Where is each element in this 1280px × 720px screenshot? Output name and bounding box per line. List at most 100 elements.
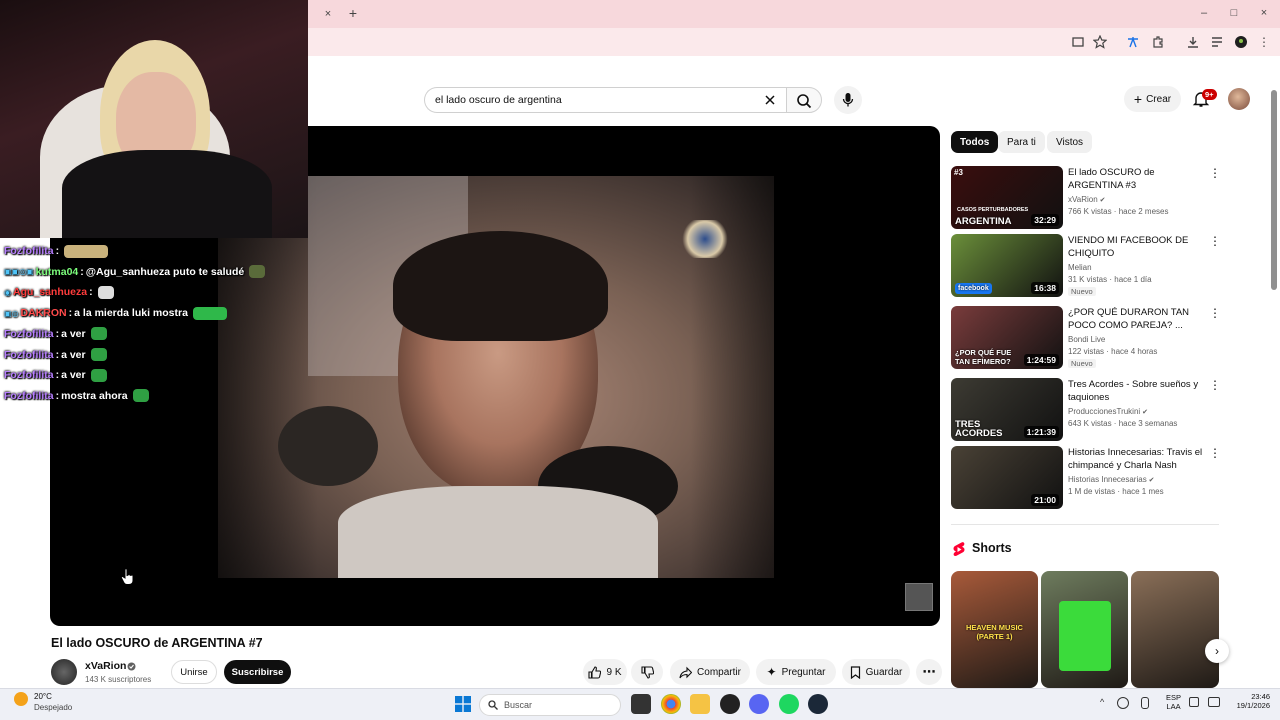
steam-icon[interactable]	[808, 694, 828, 714]
new-tab-button[interactable]: +	[345, 5, 361, 21]
recommendation-thumbnail[interactable]: #3 CASOS PERTURBADORES ARGENTINA 32:29	[951, 166, 1063, 229]
display-icon[interactable]	[1189, 697, 1199, 707]
more-options-icon[interactable]: ⋮	[1209, 166, 1221, 180]
tray-overflow-icon[interactable]: ^	[1100, 697, 1104, 707]
ask-label: Preguntar	[781, 666, 826, 678]
chip-para-ti[interactable]: Para ti	[998, 131, 1045, 153]
short-caption: HEAVEN MUSIC (PARTE 1)	[966, 623, 1023, 641]
chat-badges: ▣▣◎▣	[4, 267, 34, 277]
recommendation-thumbnail[interactable]: 21:00	[951, 446, 1063, 509]
windows-start-icon[interactable]	[455, 696, 471, 712]
chat-message: Fozfofilita : a ver	[4, 325, 107, 343]
recommendation-thumbnail[interactable]: ¿POR QUÉ FUE TAN EFÍMERO? 1:24:59	[951, 306, 1063, 369]
page-scrollbar[interactable]	[1271, 90, 1277, 290]
short-thumbnail[interactable]	[1131, 571, 1219, 688]
chat-separator: :	[55, 245, 60, 257]
profile-icon[interactable]	[1234, 35, 1248, 49]
chat-text: a ver	[61, 348, 86, 361]
short-thumbnail[interactable]: HEAVEN MUSIC (PARTE 1)	[951, 571, 1038, 688]
save-button[interactable]: Guardar	[842, 659, 910, 685]
close-tab-icon[interactable]: ×	[320, 7, 336, 21]
account-avatar[interactable]	[1228, 88, 1250, 110]
close-window-button[interactable]: ×	[1256, 6, 1272, 20]
shorts-next-button[interactable]: ›	[1205, 639, 1229, 663]
chat-emote	[64, 244, 109, 258]
recommendation-title[interactable]: El lado OSCURO de ARGENTINA #3	[1068, 166, 1204, 192]
taskbar-search-placeholder: Buscar	[504, 700, 533, 710]
voice-search-button[interactable]	[834, 86, 862, 114]
like-count: 9 K	[606, 666, 622, 678]
task-view-icon[interactable]	[631, 694, 651, 714]
network-icon[interactable]	[1117, 697, 1129, 709]
channel-name[interactable]: Historias Innecesarias	[1068, 475, 1147, 484]
chat-username: DAKRON	[20, 307, 67, 320]
channel-name[interactable]: xVaRion	[1068, 195, 1098, 204]
chat-badges: ◉	[4, 287, 11, 297]
app-icon[interactable]	[720, 694, 740, 714]
dislike-button[interactable]	[631, 659, 663, 685]
chat-message: ◉ Agu_sanhueza :	[4, 283, 114, 301]
clear-search-icon[interactable]	[763, 93, 777, 107]
install-app-icon[interactable]	[1071, 35, 1085, 49]
maximize-button[interactable]: □	[1226, 6, 1242, 20]
more-actions-button[interactable]: ⋯	[916, 659, 942, 685]
recommendation-title[interactable]: VIENDO MI FACEBOOK DE CHIQUITO	[1068, 234, 1204, 260]
recommendation-title[interactable]: ¿POR QUÉ DURARON TAN POCO COMO PAREJA? .…	[1068, 306, 1204, 332]
reading-list-icon[interactable]	[1210, 35, 1224, 49]
subscribe-button[interactable]: Suscribirse	[224, 660, 291, 684]
minimize-button[interactable]: –	[1196, 6, 1212, 20]
chat-message: Fozfofilita : a ver	[4, 346, 107, 364]
notifications-badge: 9+	[1202, 89, 1217, 100]
recommendation-title[interactable]: Historias Innecesarias: Travis el chimpa…	[1068, 446, 1204, 472]
microphone-tray-icon[interactable]	[1141, 697, 1149, 709]
translate-extension-icon[interactable]	[1126, 35, 1140, 49]
search-button[interactable]	[786, 87, 822, 113]
recommendation-channel[interactable]: Melian	[1068, 262, 1092, 274]
chat-message: Fozfofilita : a ver	[4, 366, 107, 384]
chip-vistos[interactable]: Vistos	[1047, 131, 1093, 153]
share-button[interactable]: Compartir	[670, 659, 750, 685]
more-options-icon[interactable]: ⋮	[1209, 378, 1221, 392]
like-button[interactable]: 9 K	[583, 659, 627, 685]
volume-icon[interactable]	[1208, 697, 1220, 707]
recommendation-thumbnail[interactable]: TRES ACORDES 1:21:39	[951, 378, 1063, 441]
recommendation-channel[interactable]: Bondi Live	[1068, 334, 1105, 346]
chat-message: Fozfofilita : mostra ahora	[4, 387, 149, 405]
short-thumbnail[interactable]	[1041, 571, 1128, 688]
divider	[951, 524, 1219, 525]
discord-icon[interactable]	[749, 694, 769, 714]
browser-menu-icon[interactable]: ⋮	[1258, 35, 1270, 49]
search-query[interactable]: el lado oscuro de argentina	[435, 94, 562, 106]
create-button[interactable]: + Crear	[1124, 86, 1181, 112]
bookmark-star-icon[interactable]	[1093, 35, 1107, 49]
input-language[interactable]: ESP LAA	[1166, 693, 1181, 711]
more-options-icon[interactable]: ⋮	[1209, 234, 1221, 248]
channel-name[interactable]: xVaRion	[85, 660, 126, 672]
clock[interactable]: 23:46 19/1/2026	[1228, 692, 1270, 710]
more-options-icon[interactable]: ⋮	[1209, 446, 1221, 460]
weather-temp[interactable]: 20°C	[34, 692, 52, 701]
channel-avatar[interactable]	[51, 659, 77, 685]
channel-name[interactable]: Melian	[1068, 263, 1092, 272]
thumbnail-text: ¿POR QUÉ FUE TAN EFÍMERO?	[955, 348, 1012, 366]
recommendation-title[interactable]: Tres Acordes - Sobre sueños y taquiones	[1068, 378, 1204, 404]
extensions-icon[interactable]	[1151, 35, 1165, 49]
channel-name[interactable]: ProduccionesTrukini	[1068, 407, 1140, 416]
search-input[interactable]: el lado oscuro de argentina	[424, 87, 786, 113]
ask-button[interactable]: ✦ Preguntar	[756, 659, 836, 685]
chat-emote	[90, 348, 107, 361]
spotify-icon[interactable]	[779, 694, 799, 714]
chat-text: a la mierda luki mostra	[74, 307, 188, 320]
download-icon[interactable]	[1186, 35, 1200, 49]
recommendation-thumbnail[interactable]: facebook 16:38	[951, 234, 1063, 297]
more-options-icon[interactable]: ⋮	[1209, 306, 1221, 320]
recommendation-meta: 122 vistas · hace 4 horas	[1068, 347, 1158, 356]
chat-text: @Agu_sanhueza puto te saludé	[85, 265, 245, 278]
join-button[interactable]: Unirse	[171, 660, 217, 684]
taskbar-search[interactable]: Buscar	[479, 694, 621, 716]
chrome-icon[interactable]	[661, 694, 681, 714]
channel-watermark[interactable]	[905, 583, 933, 611]
file-explorer-icon[interactable]	[690, 694, 710, 714]
chip-todos[interactable]: Todos	[951, 131, 999, 153]
channel-name[interactable]: Bondi Live	[1068, 335, 1105, 344]
